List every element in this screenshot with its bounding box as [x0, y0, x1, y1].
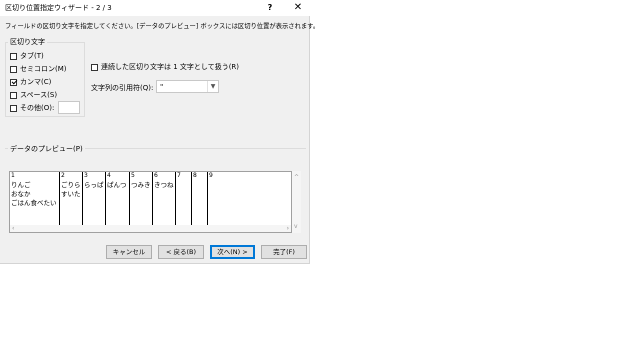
cell-line: りんご: [11, 181, 31, 189]
consecutive-delimiters-checkbox[interactable]: 連続した区切り文字は 1 文字として扱う(R): [91, 62, 239, 72]
close-icon[interactable]: ✕: [286, 0, 310, 16]
text-qualifier-select[interactable]: " ▼: [156, 80, 219, 93]
help-icon[interactable]: ?: [258, 0, 282, 16]
tab-checkbox[interactable]: タブ(T): [10, 51, 44, 61]
preview-group-label: データのプレビュー(P): [8, 144, 85, 154]
preview-column: 9: [208, 172, 291, 225]
preview-cell: らっぱ: [84, 181, 104, 189]
other-checkbox[interactable]: その他(O):: [10, 103, 54, 113]
column-number: 3: [84, 172, 88, 179]
other-delimiter-input[interactable]: [58, 101, 80, 114]
column-number: 9: [209, 172, 213, 179]
chevron-left-icon[interactable]: ‹: [12, 225, 14, 232]
finish-button[interactable]: 完了(F): [261, 245, 307, 259]
preview-cell: りんご おなか ごはん食べたい: [11, 181, 57, 208]
tab-checkbox-label: タブ(T): [20, 52, 44, 60]
chevron-right-icon[interactable]: ›: [287, 225, 289, 232]
column-number: 6: [154, 172, 158, 179]
column-number: 4: [107, 172, 111, 179]
next-button[interactable]: 次へ(N) >: [210, 245, 255, 259]
preview-cell: ごりら すいた: [61, 181, 81, 199]
checkbox-box[interactable]: [10, 104, 17, 112]
checkbox-box[interactable]: [10, 52, 17, 60]
chevron-up-icon[interactable]: ^: [294, 174, 299, 181]
preview-column: 1 りんご おなか ごはん食べたい: [10, 172, 60, 225]
comma-checkbox[interactable]: カンマ(C): [10, 77, 51, 87]
preview-column: 4 ぱんつ: [106, 172, 130, 225]
title-bar: 区切り位置指定ウィザード - 2 / 3 ? ✕: [0, 0, 310, 16]
checkbox-box[interactable]: [91, 63, 98, 71]
data-preview[interactable]: 1 りんご おなか ごはん食べたい 2 ごりら すいた 3 らっぱ 4 ぱんつ …: [9, 171, 292, 233]
space-checkbox[interactable]: スペース(S): [10, 90, 57, 100]
checkbox-box[interactable]: [10, 91, 17, 99]
preview-cell: ぱんつ: [107, 181, 127, 189]
consecutive-delimiters-label: 連続した区切り文字は 1 文字として扱う(R): [101, 63, 240, 71]
preview-cell: きつね: [154, 181, 174, 189]
text-qualifier-label: 文字列の引用符(Q):: [91, 84, 154, 92]
preview-column: 3 らっぱ: [83, 172, 106, 225]
chevron-down-icon[interactable]: ▼: [207, 81, 218, 92]
cell-line: すいた: [61, 190, 81, 198]
cell-line: ごりら: [61, 181, 81, 189]
vertical-scrollbar[interactable]: ^ v: [292, 171, 301, 233]
semicolon-checkbox[interactable]: セミコロン(M): [10, 64, 67, 74]
preview-column: 5 つみき: [130, 172, 153, 225]
delimiters-group-label: 区切り文字: [8, 37, 47, 47]
semicolon-checkbox-label: セミコロン(M): [20, 65, 67, 73]
column-number: 2: [61, 172, 65, 179]
comma-checkbox-label: カンマ(C): [20, 78, 52, 86]
preview-column: 6 きつね: [153, 172, 176, 225]
cancel-button[interactable]: キャンセル: [106, 245, 152, 259]
column-number: 8: [193, 172, 197, 179]
text-import-wizard-dialog: 区切り位置指定ウィザード - 2 / 3 ? ✕ フィールドの区切り文字を指定し…: [0, 0, 319, 264]
checkbox-box-checked[interactable]: [10, 78, 17, 86]
instruction-text: フィールドの区切り文字を指定してください。[データのプレビュー] ボックスには区…: [5, 23, 320, 30]
back-button[interactable]: < 戻る(B): [158, 245, 204, 259]
preview-column: 8: [192, 172, 208, 225]
preview-column: 2 ごりら すいた: [60, 172, 83, 225]
checkbox-box[interactable]: [10, 65, 17, 73]
column-number: 7: [177, 172, 181, 179]
space-checkbox-label: スペース(S): [20, 91, 58, 99]
cell-line: ごはん食べたい: [11, 199, 57, 207]
column-number: 1: [11, 172, 15, 179]
column-number: 5: [131, 172, 135, 179]
window-title: 区切り位置指定ウィザード - 2 / 3: [5, 4, 112, 12]
other-checkbox-label: その他(O):: [20, 104, 55, 112]
text-qualifier-value: ": [160, 83, 164, 91]
horizontal-scrollbar[interactable]: ‹ ›: [10, 225, 291, 232]
cell-line: おなか: [11, 190, 31, 198]
preview-cell: つみき: [131, 181, 151, 189]
chevron-down-icon[interactable]: v: [294, 223, 298, 230]
preview-column: 7: [176, 172, 192, 225]
